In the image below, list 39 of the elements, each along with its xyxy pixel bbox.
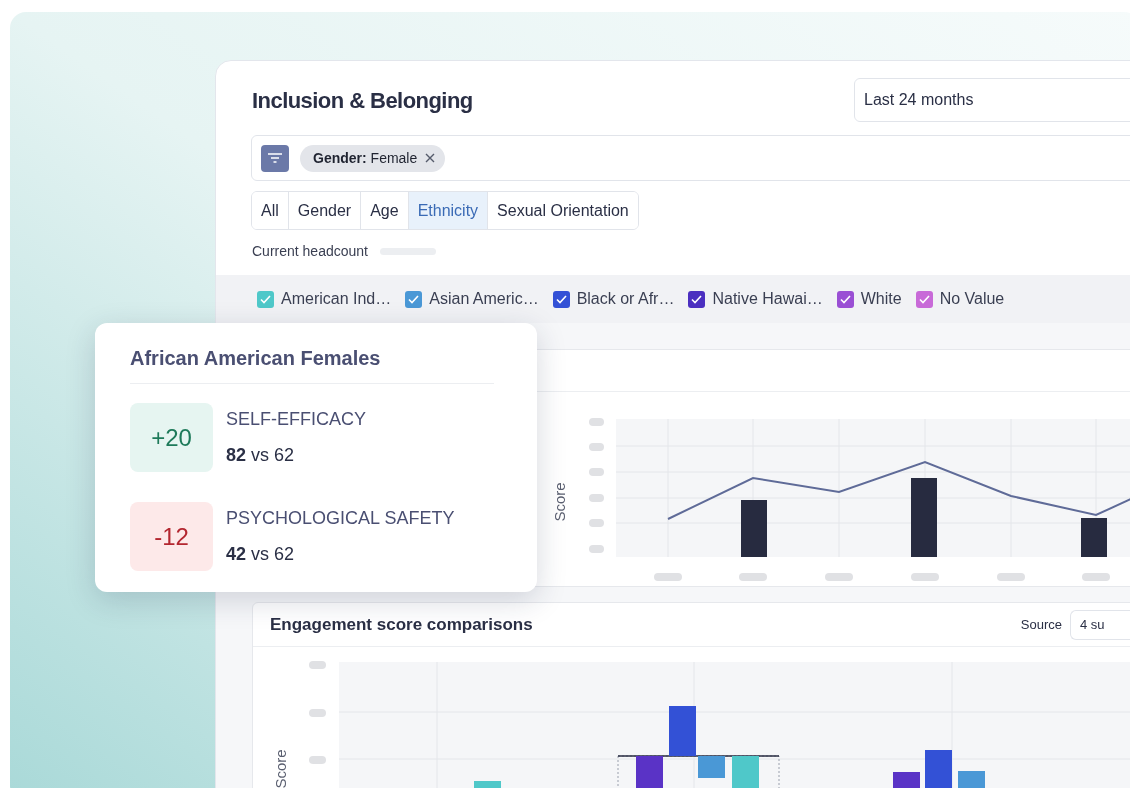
period-select[interactable]: Last 24 months <box>854 78 1130 122</box>
tab[interactable]: Ethnicity <box>407 192 488 229</box>
legend-label: White <box>860 289 902 309</box>
checkbox[interactable] <box>552 290 570 308</box>
checkbox[interactable] <box>836 290 854 308</box>
legend-label: Asian Americ… <box>429 289 539 309</box>
source-select[interactable]: 4 su <box>1070 609 1130 640</box>
metric-comparison: 82 vs 62 <box>226 444 296 467</box>
tab[interactable]: Sexual Orientation <box>487 192 638 229</box>
legend-label: American Ind… <box>281 289 392 309</box>
check-icon <box>555 294 567 304</box>
check-icon <box>918 294 930 304</box>
filter-button[interactable] <box>261 144 289 172</box>
page-title: Inclusion & Belonging <box>252 86 473 115</box>
checkbox[interactable] <box>915 290 933 308</box>
check-icon <box>839 294 851 304</box>
close-icon[interactable] <box>425 153 436 163</box>
legend-label: Native Hawai… <box>712 289 823 309</box>
filter-icon <box>268 153 282 163</box>
axis-label: Score <box>551 482 568 522</box>
chip-label: Gender: Female <box>313 148 418 168</box>
metric-comparison: 42 vs 62 <box>226 543 296 566</box>
delta-badge: +20 <box>130 403 213 472</box>
legend-label: No Value <box>939 289 1005 309</box>
axis-label: Score <box>272 749 289 788</box>
tooltip-title: African American Females <box>130 343 494 384</box>
checkbox[interactable] <box>688 290 706 308</box>
metric-name: PSYCHOLOGICAL SAFETY <box>226 507 455 530</box>
check-icon <box>408 294 420 304</box>
headcount-label: Current headcount <box>252 241 368 261</box>
source-label: Source <box>1020 615 1062 634</box>
checkbox[interactable] <box>405 290 423 308</box>
metric-name: SELF-EFFICACY <box>226 408 367 431</box>
check-icon <box>691 294 703 304</box>
legend-label: Black or Afr… <box>576 289 675 309</box>
delta-badge: -12 <box>130 502 213 571</box>
check-icon <box>260 294 271 304</box>
checkbox[interactable] <box>257 290 274 308</box>
panel-title: Engagement score comparisons <box>270 613 534 636</box>
